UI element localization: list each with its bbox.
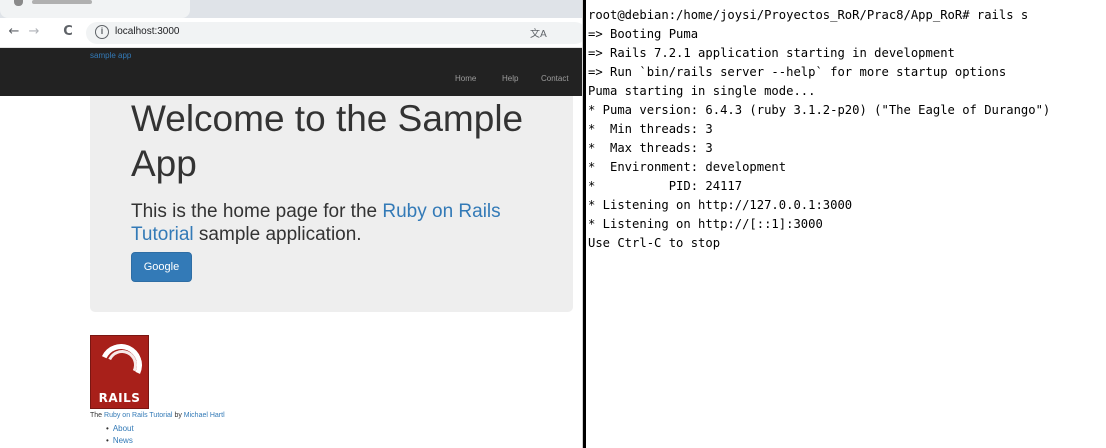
footer-credit: The Ruby on Rails Tutorial by Michael Ha… (90, 412, 225, 419)
footer-link-news[interactable]: News (106, 435, 134, 447)
rails-logo-text: RAILS (98, 391, 141, 405)
nav-link-help[interactable]: Help (502, 74, 518, 83)
terminal-line: root@debian:/home/joysi/Proyectos_RoR/Pr… (588, 8, 1029, 22)
terminal-line: => Run `bin/rails server --help` for mor… (588, 65, 1007, 79)
footer-tutorial-link[interactable]: Ruby on Rails Tutorial (104, 412, 172, 419)
back-icon[interactable]: ← (6, 24, 22, 40)
jumbotron: Welcome to the Sample App This is the ho… (90, 96, 573, 312)
subheading-prefix: This is the home page for the (131, 201, 383, 222)
welcome-heading: Welcome to the Sample App (131, 98, 524, 184)
footer-links: About News (106, 423, 134, 447)
rails-logo-link[interactable]: RAILS (90, 335, 149, 409)
forward-icon[interactable]: → (26, 24, 42, 40)
terminal-line: => Booting Puma (588, 27, 699, 41)
site-info-icon[interactable]: i (95, 25, 109, 39)
browser-tab[interactable] (0, 0, 190, 18)
footer-prefix: The (90, 412, 105, 419)
browser-window: ← → C i localhost:3000 文A sample app Hom… (0, 0, 583, 448)
terminal-line: Puma starting in single mode... (588, 84, 816, 98)
google-button[interactable]: Google (131, 252, 192, 282)
footer-link-about[interactable]: About (106, 423, 134, 435)
terminal-line: => Rails 7.2.1 application starting in d… (588, 46, 955, 60)
translate-icon[interactable]: 文A (530, 25, 547, 40)
browser-toolbar: ← → C i localhost:3000 文A (0, 18, 582, 48)
terminal-line: Use Ctrl-C to stop (588, 236, 721, 250)
tab-strip (0, 0, 582, 18)
web-page: sample app Home Help Contact Welcome to … (0, 48, 582, 448)
tab-title-placeholder (32, 0, 92, 4)
subheading-suffix: sample application. (193, 224, 362, 245)
footer-author-link[interactable]: Michael Hartl (184, 412, 225, 419)
site-navbar: sample app Home Help Contact (0, 48, 582, 96)
nav-link-home[interactable]: Home (455, 74, 476, 83)
address-bar-url[interactable]: localhost:3000 (115, 26, 180, 37)
terminal-window[interactable]: root@debian:/home/joysi/Proyectos_RoR/Pr… (583, 0, 1106, 448)
terminal-line: * Listening on http://[::1]:3000 (588, 217, 823, 231)
terminal-line: * Max threads: 3 (588, 141, 713, 155)
terminal-line: * Puma version: 6.4.3 (ruby 3.1.2-p20) (… (588, 103, 1051, 117)
terminal-line: * Listening on http://127.0.0.1:3000 (588, 198, 853, 212)
terminal-line: * PID: 24117 (588, 179, 743, 193)
reload-icon[interactable]: C (60, 24, 76, 40)
address-bar[interactable]: i localhost:3000 文A (86, 22, 582, 44)
nav-link-contact[interactable]: Contact (541, 74, 569, 83)
welcome-subheading: This is the home page for the Ruby on Ra… (131, 200, 551, 246)
terminal-line: * Min threads: 3 (588, 122, 713, 136)
terminal-line: * Environment: development (588, 160, 787, 174)
site-logo-link[interactable]: sample app (90, 51, 131, 60)
tab-favicon-icon (14, 0, 23, 6)
footer-by: by (172, 412, 184, 419)
